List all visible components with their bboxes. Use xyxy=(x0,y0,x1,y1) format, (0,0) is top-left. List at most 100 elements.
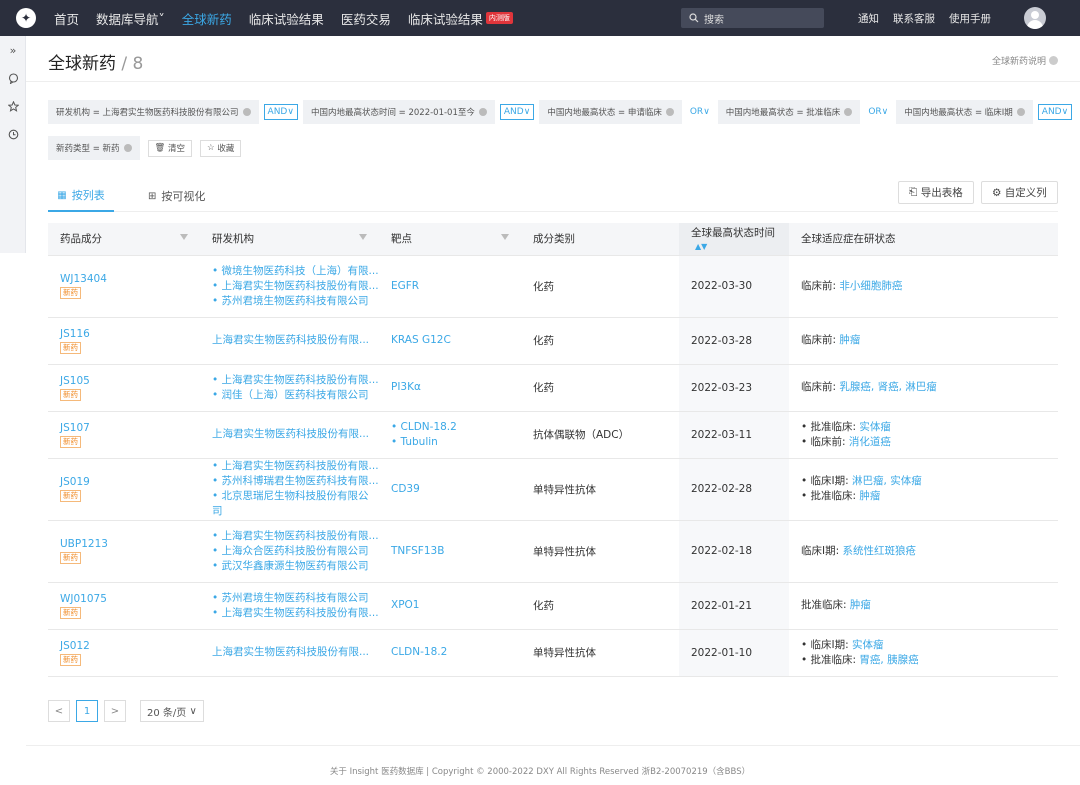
drug-link[interactable]: JS107 xyxy=(60,422,200,434)
filter-icon[interactable] xyxy=(180,234,188,240)
indication-link[interactable]: 消化道癌 xyxy=(849,436,891,448)
filter-chip[interactable]: 研发机构 = 上海君实生物医药科技股份有限公司 xyxy=(48,100,259,124)
clear-filters-button[interactable]: 🗑︎ 清空 xyxy=(147,139,193,157)
filter-chip[interactable]: 新药类型 = 新药 xyxy=(48,136,140,160)
nav-item[interactable]: 数据库导航 ˅ xyxy=(96,9,165,28)
indication-link[interactable]: 实体瘤 xyxy=(852,639,884,651)
org-link[interactable]: • 武汉华鑫康源生物医药有限公司 xyxy=(212,559,379,574)
remove-filter-icon[interactable] xyxy=(123,144,132,152)
export-table-button[interactable]: ⎗ 导出表格 xyxy=(898,181,974,204)
avatar[interactable] xyxy=(1024,7,1046,29)
filter-icon[interactable] xyxy=(501,234,509,240)
org-link[interactable]: • 上海君实生物医药科技股份有限... xyxy=(212,373,379,388)
category-cell: 单特异性抗体 xyxy=(521,458,679,521)
top-link[interactable]: 使用手册 xyxy=(949,11,991,26)
prev-page-button[interactable]: < xyxy=(48,700,70,722)
org-link[interactable]: • 苏州君境生物医药科技有限公司 xyxy=(212,591,379,606)
indication-link[interactable]: 肿瘤 xyxy=(850,599,871,611)
and-operator[interactable]: AND ∨ xyxy=(263,104,298,120)
or-operator[interactable]: OR ∨ xyxy=(865,104,892,120)
nav-item[interactable]: 临床试验结果 xyxy=(249,9,324,28)
filter-chip[interactable]: 中国内地最高状态 = 申请临床 xyxy=(539,100,682,124)
org-link[interactable]: • 苏州科博瑞君生物医药科技有限... xyxy=(212,474,379,489)
org-cell: • 上海君实生物医药科技股份有限... • 润佳（上海）医药科技有限公司 xyxy=(200,364,379,412)
filter-chip[interactable]: 中国内地最高状态 = 批准临床 xyxy=(717,100,861,124)
indication-link[interactable]: 乳腺癌, 肾癌, 淋巴瘤 xyxy=(839,381,936,393)
page-button[interactable]: 1 xyxy=(76,700,98,722)
org-link[interactable]: • 上海众合医药科技股份有限公司 xyxy=(212,544,379,559)
customize-columns-button[interactable]: ⚙ 自定义列 xyxy=(981,181,1058,204)
drug-link[interactable]: JS019 xyxy=(60,476,200,488)
nav-item[interactable]: 全球新药 xyxy=(182,9,232,28)
remove-filter-icon[interactable] xyxy=(844,108,853,116)
top-link[interactable]: 联系客服 xyxy=(893,11,935,26)
org-link[interactable]: • 北京思瑞尼生物科技股份有限公司 xyxy=(212,489,379,519)
nav-item-label: 医药交易 xyxy=(340,11,391,27)
indication-link[interactable]: 淋巴瘤, 实体瘤 xyxy=(852,475,922,487)
drug-link[interactable]: JS012 xyxy=(60,640,200,652)
status-stage: • 批准临床: xyxy=(801,490,860,502)
and-operator[interactable]: AND ∨ xyxy=(1037,104,1073,120)
filter-chip[interactable]: 中国内地最高状态 = 临床I期 xyxy=(896,100,1033,124)
org-link[interactable]: • 苏州君境生物医药科技有限公司 xyxy=(212,294,379,309)
org-link[interactable]: • 润佳（上海）医药科技有限公司 xyxy=(212,388,379,403)
indication-link[interactable]: 肿瘤 xyxy=(859,490,880,502)
history-icon[interactable] xyxy=(0,120,26,148)
tab-visualization[interactable]: ⊞ 按可视化 xyxy=(148,180,205,212)
remove-filter-icon[interactable] xyxy=(242,108,251,116)
footer: 关于 Insight 医药数据库 | Copyright © 2000-2022… xyxy=(329,767,751,777)
target-link[interactable]: KRAS G12C xyxy=(391,333,521,348)
target-link[interactable]: CLDN-18.2 xyxy=(391,645,521,660)
tab-list[interactable]: ▦ 按列表 xyxy=(48,180,114,212)
search-input[interactable]: 搜索 xyxy=(681,8,824,28)
drug-link[interactable]: JS116 xyxy=(60,328,200,340)
target-link[interactable]: CD39 xyxy=(391,482,521,497)
target-link[interactable]: EGFR xyxy=(391,279,521,294)
target-link[interactable]: PI3Kα xyxy=(391,380,521,395)
org-link[interactable]: • 上海君实生物医药科技股份有限... xyxy=(212,529,379,544)
drug-link[interactable]: WJ01075 xyxy=(60,593,200,605)
sort-icon[interactable]: ▲▼ xyxy=(695,242,707,251)
message-icon[interactable] xyxy=(0,64,26,92)
drug-link[interactable]: UBP1213 xyxy=(60,538,200,550)
save-filters-button[interactable]: ☆ 收藏 xyxy=(200,139,242,157)
drug-link[interactable]: JS105 xyxy=(60,375,200,387)
org-link[interactable]: 上海君实生物医药科技股份有限... xyxy=(212,427,379,442)
top-link[interactable]: 通知 xyxy=(858,11,879,26)
logo-icon[interactable]: ✦ xyxy=(16,8,36,28)
next-page-button[interactable]: > xyxy=(104,700,126,722)
indication-link[interactable]: 肿瘤 xyxy=(839,334,860,346)
indication-link[interactable]: 系统性红斑狼疮 xyxy=(842,545,916,557)
indication-link[interactable]: 非小细胞肺癌 xyxy=(839,280,902,292)
org-link[interactable]: • 上海君实生物医药科技股份有限... xyxy=(212,606,379,621)
drug-link[interactable]: WJ13404 xyxy=(60,273,200,285)
and-operator[interactable]: AND ∨ xyxy=(499,104,535,120)
org-link[interactable]: 上海君实生物医药科技股份有限... xyxy=(212,645,379,660)
help-link[interactable]: 全球新药说明 xyxy=(992,54,1058,67)
target-link[interactable]: • Tubulin xyxy=(391,435,521,450)
expand-icon[interactable]: » xyxy=(0,36,26,64)
target-link[interactable]: • CLDN-18.2 xyxy=(391,420,521,435)
target-link[interactable]: TNFSF13B xyxy=(391,544,521,559)
org-cell: 上海君实生物医药科技股份有限... xyxy=(200,317,379,365)
remove-filter-icon[interactable] xyxy=(1016,108,1025,116)
org-link[interactable]: • 上海君实生物医药科技股份有限... xyxy=(212,279,379,294)
remove-filter-icon[interactable] xyxy=(665,108,674,116)
remove-filter-icon[interactable] xyxy=(478,108,487,116)
org-link[interactable]: • 微境生物医药科技（上海）有限... xyxy=(212,264,379,279)
or-operator[interactable]: OR ∨ xyxy=(686,104,713,120)
filter-chip[interactable]: 中国内地最高状态时间 = 2022-01-01至今 xyxy=(302,100,495,124)
filter-icon[interactable] xyxy=(359,234,367,240)
org-link[interactable]: 上海君实生物医药科技股份有限... xyxy=(212,333,379,348)
result-count: 8 xyxy=(132,54,144,74)
org-link[interactable]: • 上海君实生物医药科技股份有限... xyxy=(212,459,379,474)
nav-item[interactable]: 临床试验结果 内测版 xyxy=(408,9,513,28)
star-icon[interactable] xyxy=(0,92,26,120)
page-size-select[interactable]: 20 条/页 ∨ xyxy=(140,700,204,722)
target-link[interactable]: XPO1 xyxy=(391,598,521,613)
indication-link[interactable]: 胃癌, 胰腺癌 xyxy=(859,654,918,666)
nav-item[interactable]: 首页 xyxy=(54,9,79,28)
column-header-sorted[interactable]: 全球最高状态时间▲▼ xyxy=(679,223,789,256)
indication-link[interactable]: 实体瘤 xyxy=(859,421,891,433)
nav-item[interactable]: 医药交易 xyxy=(341,9,391,28)
